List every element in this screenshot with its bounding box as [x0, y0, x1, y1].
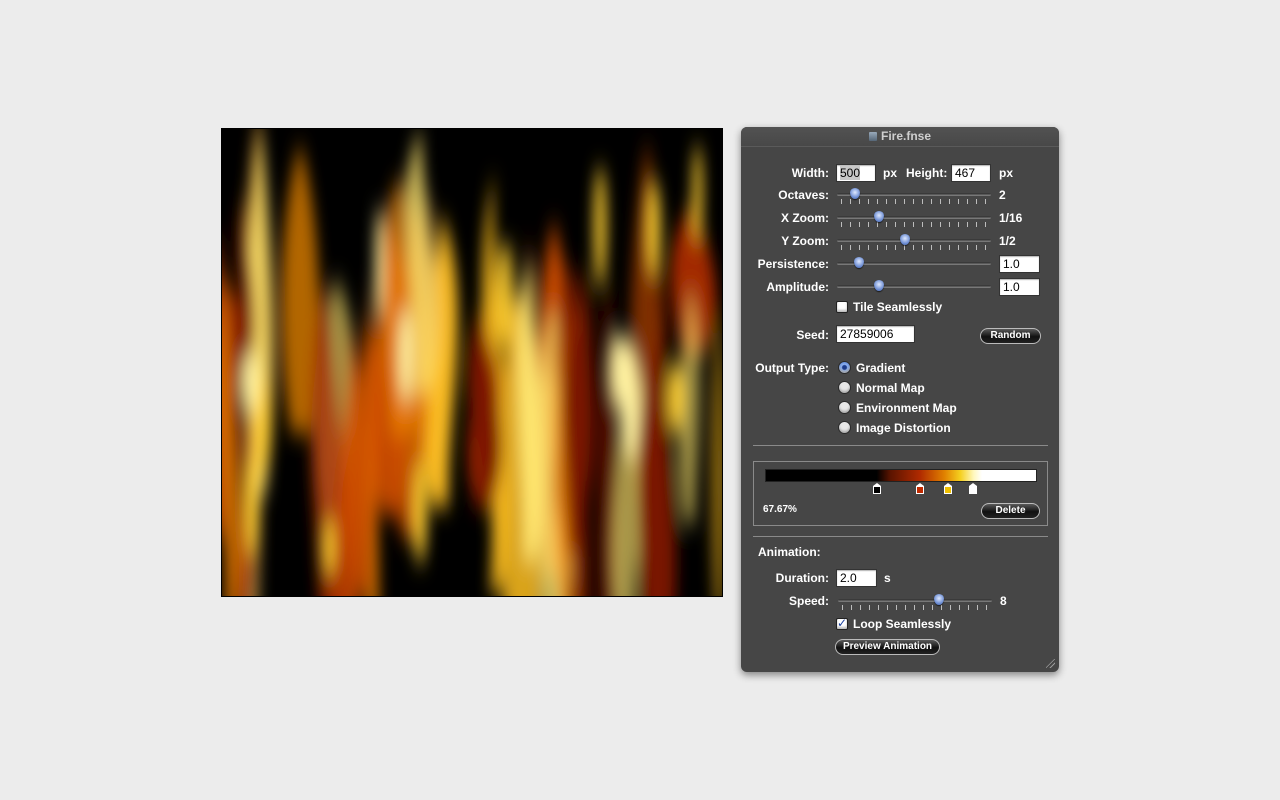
y-zoom-slider-knob[interactable] — [900, 234, 911, 245]
amplitude-field[interactable]: 1.0 — [999, 278, 1040, 296]
y-zoom-slider[interactable] — [837, 234, 991, 252]
x-zoom-slider-knob[interactable] — [874, 211, 885, 222]
output-type-image-distortion-label[interactable]: Image Distortion — [856, 421, 951, 435]
x-zoom-slider[interactable] — [837, 211, 991, 229]
height-field[interactable]: 467 — [951, 164, 991, 182]
duration-value: 2.0 — [840, 571, 857, 585]
noise-preview-image — [221, 128, 723, 597]
gradient-stop-marker[interactable] — [873, 483, 882, 494]
x-zoom-value: 1/16 — [999, 211, 1023, 225]
panel-title: Fire.fnse — [880, 129, 931, 143]
resize-handle-icon[interactable] — [1046, 659, 1055, 668]
speed-slider-knob[interactable] — [934, 594, 945, 605]
flame-core — [692, 144, 703, 242]
persistence-value: 1.0 — [1003, 257, 1020, 271]
panel-titlebar[interactable]: Fire.fnse — [741, 127, 1059, 147]
y-zoom-value: 1/2 — [999, 234, 1016, 248]
output-type-normal-map-label[interactable]: Normal Map — [856, 381, 925, 395]
width-unit: px — [883, 166, 898, 180]
flame-core — [413, 460, 427, 565]
output-type-environment-map-label[interactable]: Environment Map — [856, 401, 957, 415]
flame-core — [610, 333, 630, 408]
preview-animation-button[interactable]: Preview Animation — [835, 639, 940, 655]
octaves-slider[interactable] — [837, 188, 991, 206]
speed-slider[interactable] — [838, 594, 992, 612]
seed-value: 27859006 — [840, 327, 894, 341]
speed-label: Speed: — [788, 594, 829, 608]
height-label: Height: — [906, 166, 948, 180]
octaves-slider-knob[interactable] — [849, 188, 860, 199]
persistence-slider[interactable] — [837, 257, 991, 275]
output-type-gradient-label[interactable]: Gradient — [856, 361, 905, 375]
gradient-editor: 67.67% Delete — [753, 461, 1048, 526]
output-type-environment-map-radio[interactable] — [838, 401, 851, 414]
gradient-stop-position: 67.67% — [763, 504, 797, 515]
y-zoom-label: Y Zoom: — [781, 234, 829, 248]
width-field[interactable]: 500 — [836, 164, 876, 182]
width-value: 500 — [840, 166, 861, 180]
height-unit: px — [999, 166, 1014, 180]
persistence-field[interactable]: 1.0 — [999, 255, 1040, 273]
flame-core — [594, 166, 607, 287]
flame-core — [245, 454, 259, 558]
noise-settings-panel: Fire.fnse Width: 500 px Height: 467 px O… — [741, 127, 1059, 672]
x-zoom-label: X Zoom: — [781, 211, 829, 225]
loop-seamlessly-label[interactable]: Loop Seamlessly — [853, 617, 951, 631]
duration-unit: s — [884, 571, 891, 585]
flame-core — [323, 517, 335, 578]
separator — [753, 536, 1048, 537]
flame-core — [398, 308, 413, 403]
gradient-stop-marker[interactable] — [968, 483, 977, 494]
amplitude-slider-knob[interactable] — [874, 280, 885, 291]
output-type-image-distortion-radio[interactable] — [838, 421, 851, 434]
amplitude-slider[interactable] — [837, 280, 991, 298]
seed-field[interactable]: 27859006 — [836, 325, 915, 343]
gradient-stop-marker[interactable] — [943, 483, 952, 494]
random-button[interactable]: Random — [980, 328, 1041, 344]
gradient-bar[interactable] — [765, 469, 1037, 482]
output-type-normal-map-radio[interactable] — [838, 381, 851, 394]
loop-seamlessly-checkbox[interactable] — [836, 616, 848, 630]
tile-seamlessly-checkbox[interactable] — [836, 301, 848, 313]
flame-core — [375, 206, 384, 320]
flame-core — [497, 241, 513, 349]
amplitude-value: 1.0 — [1003, 280, 1020, 294]
persistence-label: Persistence: — [757, 257, 829, 271]
tile-seamlessly-label[interactable]: Tile Seamlessly — [853, 300, 942, 314]
width-label: Width: — [791, 166, 829, 180]
duration-field[interactable]: 2.0 — [836, 569, 877, 587]
output-type-gradient-radio[interactable] — [838, 361, 851, 374]
duration-label: Duration: — [775, 571, 829, 585]
amplitude-label: Amplitude: — [766, 280, 829, 294]
flame-core — [667, 361, 685, 434]
octaves-value: 2 — [999, 188, 1006, 202]
fire-texture — [222, 129, 722, 596]
flame-core — [646, 179, 661, 280]
height-value: 467 — [955, 166, 976, 180]
separator — [753, 445, 1048, 446]
flame-core — [241, 352, 260, 414]
persistence-slider-knob[interactable] — [854, 257, 865, 268]
speed-value: 8 — [1000, 594, 1007, 608]
seed-label: Seed: — [796, 328, 829, 342]
gradient-stop-marker[interactable] — [916, 483, 925, 494]
output-type-label: Output Type: — [755, 361, 829, 375]
animation-heading: Animation: — [758, 545, 821, 559]
document-icon — [868, 132, 877, 141]
octaves-label: Octaves: — [778, 188, 829, 202]
delete-stop-button[interactable]: Delete — [981, 503, 1040, 519]
